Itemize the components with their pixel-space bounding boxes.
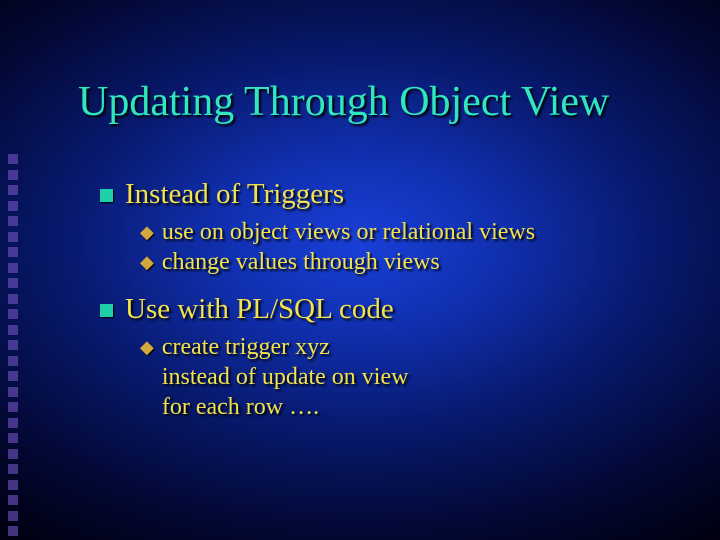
slide-title: Updating Through Object View xyxy=(78,78,609,126)
bullet-level1: Use with PL/SQL code xyxy=(100,293,660,326)
bullet-text: use on object views or relational views xyxy=(162,217,660,247)
bullet-text: Use with PL/SQL code xyxy=(125,293,394,326)
bullet-level1: Instead of Triggers xyxy=(100,178,660,211)
square-bullet-icon xyxy=(100,304,113,317)
diamond-bullet-icon: ◆ xyxy=(140,336,154,359)
slide-body: Instead of Triggers ◆ use on object view… xyxy=(100,178,660,438)
diamond-bullet-icon: ◆ xyxy=(140,221,154,244)
bullet-level2: ◆ use on object views or relational view… xyxy=(140,217,660,247)
bullet-text: create trigger xyz instead of update on … xyxy=(162,332,660,422)
bullet-level2: ◆ create trigger xyz instead of update o… xyxy=(140,332,660,422)
bullet-level2: ◆ change values through views xyxy=(140,247,660,277)
square-bullet-icon xyxy=(100,189,113,202)
diamond-bullet-icon: ◆ xyxy=(140,251,154,274)
decorative-squares xyxy=(8,154,18,536)
bullet-text: change values through views xyxy=(162,247,660,277)
slide: Updating Through Object View Instead of … xyxy=(0,0,720,540)
bullet-text: Instead of Triggers xyxy=(125,178,344,211)
